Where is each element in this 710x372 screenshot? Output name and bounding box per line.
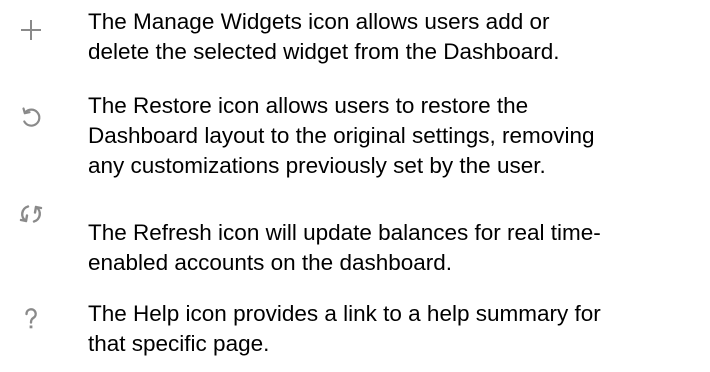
restore-icon — [22, 107, 41, 127]
refresh-description: The Refresh icon will update balances fo… — [88, 220, 601, 275]
plus-icon — [21, 20, 41, 40]
manage-widgets-description: The Manage Widgets icon allows users add… — [88, 9, 560, 64]
refresh-icon — [19, 205, 43, 223]
help-icon — [25, 308, 37, 329]
help-description: The Help icon provides a link to a help … — [88, 301, 601, 356]
restore-description: The Restore icon allows users to restore… — [88, 93, 595, 178]
